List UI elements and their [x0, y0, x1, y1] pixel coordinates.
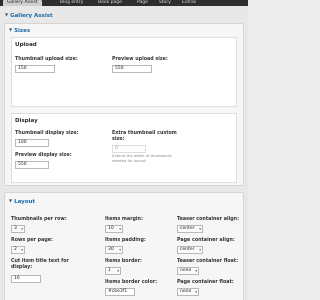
collapse-arrow-icon: ▼ [5, 12, 9, 17]
page-container-float-value: none [180, 289, 192, 294]
display-legend: Display [15, 118, 38, 124]
sizes-fieldset: ▼ Sizes Upload Thumbnail upload size: 150… [4, 23, 244, 186]
teaser-container-align-select[interactable]: center ▾ [177, 225, 203, 233]
layout-legend-toggle[interactable]: ▼ Layout [9, 198, 35, 205]
teaser-container-float-value: none [180, 268, 192, 273]
thumbnails-per-row-value: 3 [14, 226, 17, 231]
thumbnails-per-row-label: Thumbnails per row: [11, 217, 67, 222]
rows-per-page-label: Rows per page: [11, 238, 53, 243]
layout-legend: Layout [14, 199, 36, 205]
teaser-container-align-label: Teaser container align: [177, 217, 239, 222]
thumbnail-display-size-label: Thumbnail display size: [15, 131, 79, 136]
gallery-assist-toggle[interactable]: ▼ Gallery Assist [5, 12, 53, 19]
thumbnail-upload-size-label: Thumbnail upload size: [15, 57, 78, 62]
sizes-legend-toggle[interactable]: ▼ Sizes [9, 27, 30, 34]
rows-per-page-select[interactable]: 2 ▾ [11, 246, 25, 254]
items-border-select[interactable]: 1 ▾ [105, 267, 121, 275]
page-container-align-select[interactable]: center ▾ [177, 246, 203, 254]
teaser-container-float-label: Teaser container float: [177, 259, 239, 264]
cut-item-title-label: Cut item title text for display: [11, 259, 69, 270]
thumbnail-display-size-input[interactable]: 100 [15, 139, 49, 147]
chevron-down-icon: ▾ [195, 290, 197, 294]
teaser-container-float-select[interactable]: none ▾ [177, 267, 199, 275]
items-padding-value: 30 [108, 247, 114, 252]
chevron-down-icon: ▾ [199, 227, 201, 231]
preview-display-size-input[interactable]: 550 [15, 161, 49, 169]
thumbnails-per-row-select[interactable]: 3 ▾ [11, 225, 25, 233]
cut-item-title-input[interactable]: 16 [11, 275, 41, 283]
items-border-color-input[interactable]: #cbe3f1 [105, 288, 135, 296]
display-fieldset: Display Thumbnail display size: 100 Prev… [11, 113, 237, 183]
group-title-text: Gallery Assist [10, 13, 53, 19]
chevron-down-icon: ▾ [117, 269, 119, 273]
upload-legend: Upload [15, 42, 37, 48]
layout-fieldset: ▼ Layout Thumbnails per row: 3 ▾ Rows per … [4, 192, 244, 300]
collapse-arrow-icon: ▼ [9, 27, 13, 32]
extra-thumbnail-size-label: Extra thumbnail custom size: [112, 131, 177, 142]
items-border-label: Items border: [105, 259, 142, 264]
chevron-down-icon: ▾ [119, 248, 121, 252]
rows-per-page-value: 2 [14, 247, 17, 252]
page-container-float-select[interactable]: none ▾ [177, 288, 199, 296]
collapse-arrow-icon: ▼ [9, 198, 13, 203]
extra-thumbnail-size-description: Extend the width of thumbnails needed fo… [112, 153, 172, 163]
extra-thumbnail-size-input[interactable]: 0 [112, 145, 146, 153]
chevron-down-icon: ▾ [21, 248, 23, 252]
items-border-value: 1 [108, 268, 111, 273]
preview-upload-size-label: Preview upload size: [112, 57, 168, 62]
chevron-down-icon: ▾ [199, 248, 201, 252]
chevron-down-icon: ▾ [21, 227, 23, 231]
page-container-align-label: Page container align: [177, 238, 235, 243]
items-padding-label: Items padding: [105, 238, 146, 243]
items-margin-value: 10 [108, 226, 114, 231]
upload-fieldset: Upload Thumbnail upload size: 150 Previe… [11, 37, 237, 107]
items-padding-select[interactable]: 30 ▾ [105, 246, 123, 254]
items-margin-label: Items margin: [105, 217, 143, 222]
preview-display-size-label: Preview display size: [15, 153, 72, 158]
items-border-color-label: Items border color: [105, 280, 158, 285]
sizes-legend: Sizes [14, 28, 31, 34]
chevron-down-icon: ▾ [119, 227, 121, 231]
items-margin-select[interactable]: 10 ▾ [105, 225, 123, 233]
preview-upload-size-input[interactable]: 550 [112, 65, 152, 73]
page-container-align-value: center [180, 247, 195, 252]
thumbnail-upload-size-input[interactable]: 150 [15, 65, 55, 73]
page-container-float-label: Page container float: [177, 280, 234, 285]
chevron-down-icon: ▾ [195, 269, 197, 273]
teaser-container-align-value: center [180, 226, 195, 231]
settings-page: ▼ Gallery Assist ▼ Sizes Upload Thumbnail … [0, 6, 248, 300]
